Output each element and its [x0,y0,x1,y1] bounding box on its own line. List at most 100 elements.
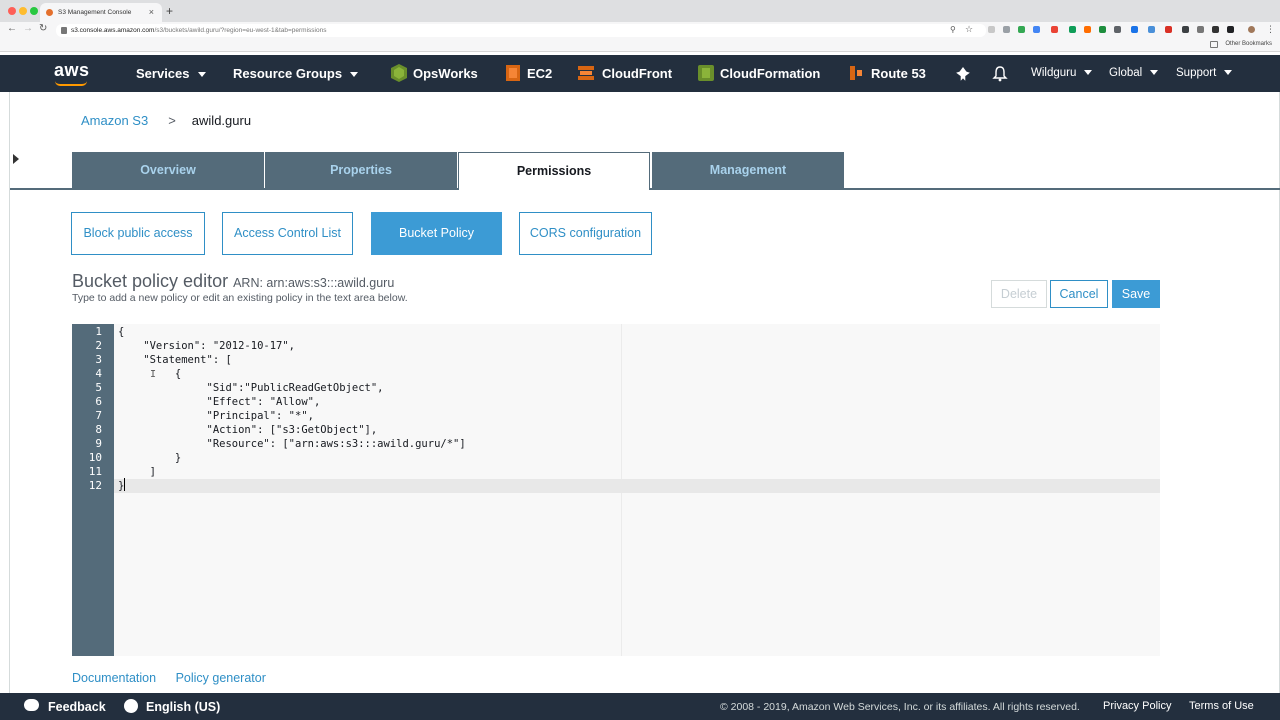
tab-properties[interactable]: Properties [265,152,457,188]
breadcrumb-amazon-s3[interactable]: Amazon S3 [81,113,148,128]
other-bookmarks[interactable]: Other Bookmarks [1225,41,1272,47]
code-line[interactable]: { [72,325,1160,339]
extension-icon[interactable] [1099,26,1106,33]
terms-of-use-link[interactable]: Terms of Use [1189,700,1254,712]
region-menu[interactable]: Global [1109,67,1159,79]
extension-icon[interactable] [1212,26,1219,33]
chevron-down-icon [1150,70,1159,76]
bucket-arn: ARN: arn:aws:s3:::awild.guru [233,276,395,290]
zoom-icon[interactable]: ⚲ [950,25,956,34]
close-tab-icon[interactable]: × [149,7,154,17]
cancel-button[interactable]: Cancel [1050,280,1108,308]
profile-avatar[interactable] [1248,26,1255,33]
extension-icon[interactable] [988,26,995,33]
console-footer: Feedback English (US) © 2008 - 2019, Ama… [0,693,1280,720]
bell-icon[interactable] [992,65,1008,83]
code-line[interactable]: "Principal": "*", [72,409,1160,423]
editor-title-text: Bucket policy editor [72,271,229,291]
shortcut-opsworks[interactable]: OpsWorks [413,66,478,81]
save-button[interactable]: Save [1112,280,1160,308]
support-menu[interactable]: Support [1176,67,1233,79]
bookmark-star-icon[interactable]: ☆ [965,24,973,35]
shortcut-ec2[interactable]: EC2 [527,66,552,81]
browser-tab-bar: S3 Management Console × + [0,0,1280,22]
text-cursor [124,478,125,491]
policy-generator-link[interactable]: Policy generator [176,671,266,685]
extension-icon[interactable] [1033,26,1040,33]
s3-favicon-icon [46,9,53,16]
reload-icon[interactable]: ↻ [39,23,47,34]
tab-overview[interactable]: Overview [72,152,264,188]
shortcut-route53[interactable]: Route 53 [871,66,926,81]
code-line[interactable]: } [114,479,1160,493]
url-input[interactable]: s3.console.aws.amazon.com/s3/buckets/awi… [56,24,986,37]
bookmarks-bar: Other Bookmarks [0,38,1280,52]
extension-icon[interactable] [1182,26,1189,33]
line-number: 10 [88,451,102,464]
account-menu[interactable]: Wildguru [1031,67,1093,79]
cors-configuration-button[interactable]: CORS configuration [519,212,652,255]
code-line[interactable]: "Statement": [ [72,353,1160,367]
extension-icon[interactable] [1084,26,1091,33]
line-number: 4 [95,367,102,380]
extension-icon[interactable] [1227,26,1234,33]
bucket-policy-button[interactable]: Bucket Policy [371,212,502,255]
copyright-text: © 2008 - 2019, Amazon Web Services, Inc.… [720,701,1080,713]
back-icon[interactable]: ← [7,23,17,34]
browser-tab[interactable]: S3 Management Console × [40,3,162,22]
extension-icon[interactable] [1003,26,1010,33]
line-number: 1 [95,325,102,338]
access-control-list-button[interactable]: Access Control List [222,212,353,255]
tab-permissions[interactable]: Permissions [458,152,650,190]
code-line[interactable]: ] [72,465,1160,479]
line-number: 6 [95,395,102,408]
shortcut-cloudfront[interactable]: CloudFront [602,66,672,81]
code-line[interactable]: "Sid":"PublicReadGetObject", [72,381,1160,395]
code-line[interactable]: { [72,367,1160,381]
code-line[interactable]: "Resource": ["arn:aws:s3:::awild.guru/*"… [72,437,1160,451]
delete-button[interactable]: Delete [991,280,1047,308]
tab-management[interactable]: Management [652,152,844,188]
aws-logo[interactable]: aws [54,60,90,81]
globe-icon [124,699,138,713]
extension-icon[interactable] [1131,26,1138,33]
minimize-window-icon[interactable] [19,7,27,15]
code-line[interactable]: "Version": "2012-10-17", [72,339,1160,353]
services-menu[interactable]: Services [136,66,206,81]
browser-tab-title: S3 Management Console [58,9,132,16]
region-label: Global [1109,67,1143,79]
account-label: Wildguru [1031,67,1077,79]
forward-icon[interactable]: → [23,23,33,34]
new-tab-icon[interactable]: + [166,4,173,18]
opsworks-icon [391,64,407,82]
resource-groups-menu[interactable]: Resource Groups [233,66,359,81]
pin-icon[interactable] [955,66,971,84]
side-panel-toggle[interactable] [0,92,19,693]
chevron-down-icon [1224,70,1233,76]
code-line[interactable]: } [72,451,1160,465]
menu-icon[interactable]: ⋮ [1266,24,1275,35]
extension-icon[interactable] [1197,26,1204,33]
extension-icon[interactable] [1018,26,1025,33]
privacy-policy-link[interactable]: Privacy Policy [1103,700,1171,712]
feedback-link[interactable]: Feedback [48,700,106,714]
code-line[interactable]: "Action": ["s3:GetObject"], [72,423,1160,437]
maximize-window-icon[interactable] [30,7,38,15]
extension-icon[interactable] [1051,26,1058,33]
shortcut-cloudformation[interactable]: CloudFormation [720,66,820,81]
language-selector[interactable]: English (US) [146,700,220,714]
close-window-icon[interactable] [8,7,16,15]
line-number: 2 [95,339,102,352]
code-line[interactable]: "Effect": "Allow", [72,395,1160,409]
extension-icon[interactable] [1069,26,1076,33]
policy-code-editor[interactable]: {1 "Version": "2012-10-17", 2 "Statement"… [72,324,1160,656]
documentation-link[interactable]: Documentation [72,671,156,685]
folder-icon [1210,41,1218,48]
extension-icon[interactable] [1148,26,1155,33]
cloudformation-icon [698,65,714,81]
aws-top-nav: aws Services Resource Groups OpsWorks EC… [0,55,1280,92]
extension-icon[interactable] [1114,26,1121,33]
extension-icon[interactable] [1165,26,1172,33]
chevron-down-icon [197,72,206,78]
block-public-access-button[interactable]: Block public access [71,212,205,255]
